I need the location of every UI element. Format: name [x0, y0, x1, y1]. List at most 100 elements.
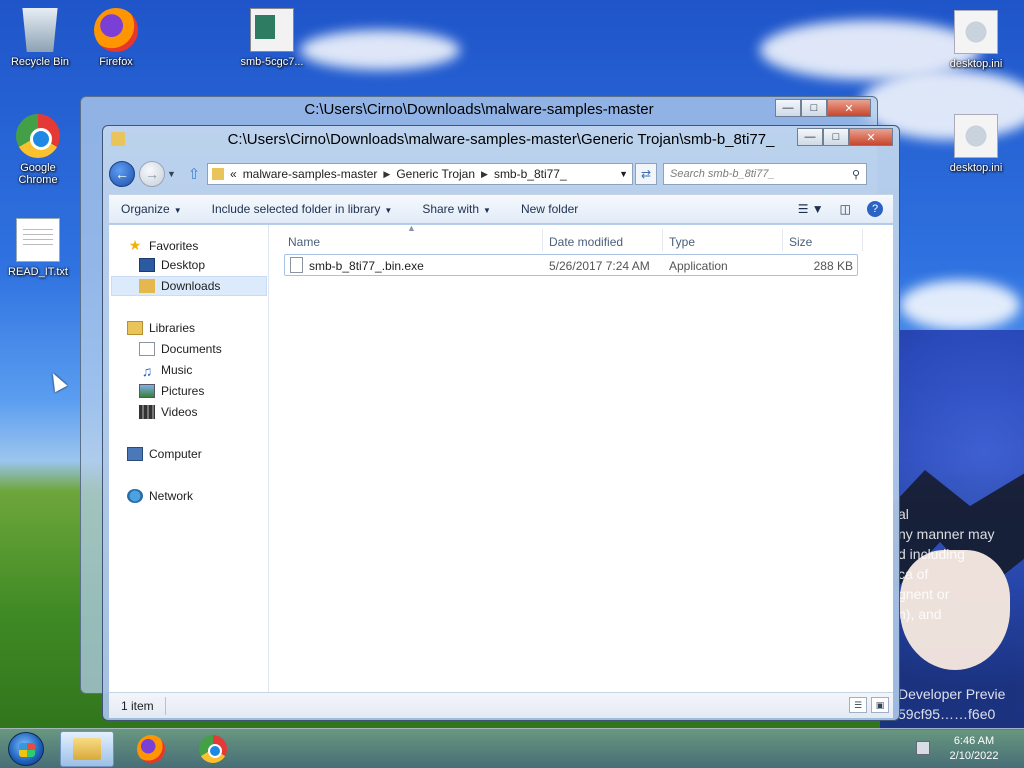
desktop-icon-read-it[interactable]: READ_IT.txt — [0, 218, 76, 278]
window-controls: — □ ✕ — [797, 128, 893, 146]
address-dropdown-icon[interactable]: ▼ — [619, 169, 628, 179]
cloud — [900, 280, 1020, 330]
nav-videos[interactable]: Videos — [139, 405, 197, 419]
search-input[interactable]: Search smb-b_8ti77_ ⚲ — [663, 163, 867, 185]
minimize-button[interactable]: — — [775, 99, 801, 117]
sort-up-icon: ▲ — [407, 223, 416, 233]
breadcrumb-overflow[interactable]: « — [230, 167, 237, 181]
window-title: C:\Users\Cirno\Downloads\malware-samples… — [304, 101, 654, 118]
share-with-button[interactable]: Share with ▼ — [422, 202, 491, 216]
taskbar-file-explorer[interactable] — [60, 731, 114, 767]
clock-time: 6:46 AM — [953, 735, 995, 747]
back-arrow-icon[interactable]: ← — [109, 161, 135, 187]
desktop-icon-label: Google Chrome — [18, 162, 58, 186]
column-type[interactable]: Type — [669, 235, 695, 249]
watermark-text: d including — [898, 546, 965, 562]
pictures-icon — [139, 384, 155, 398]
close-button[interactable]: ✕ — [827, 99, 871, 117]
file-name: smb-b_8ti77_.bin.exe — [309, 259, 424, 273]
system-clock[interactable]: 6:46 AM 2/10/2022 — [936, 734, 1012, 764]
recycle-bin-icon — [22, 8, 58, 52]
nav-label: Network — [149, 489, 194, 503]
breadcrumb-separator-icon[interactable]: ▶ — [481, 169, 488, 180]
forward-arrow-icon[interactable]: → — [139, 161, 165, 187]
nav-label: Music — [161, 363, 193, 377]
nav-computer[interactable]: Computer — [127, 447, 202, 461]
nav-favorites[interactable]: ★ Favorites — [127, 237, 199, 254]
nav-label: Desktop — [161, 258, 206, 272]
settings-file-icon — [954, 114, 998, 158]
network-icon — [127, 489, 143, 503]
view-buttons: ☰ ▣ — [845, 697, 889, 713]
desktop-icon-firefox[interactable]: Firefox — [78, 8, 154, 68]
maximize-button[interactable]: □ — [823, 128, 849, 146]
minimize-button[interactable]: — — [797, 128, 823, 146]
star-icon: ★ — [128, 237, 142, 253]
nav-desktop[interactable]: Desktop — [139, 258, 205, 272]
network-tray-icon[interactable] — [916, 741, 930, 755]
breadcrumb-item[interactable]: malware-samples-master — [243, 167, 378, 181]
desktop-icon-desktop-ini-2[interactable]: desktop.ini — [938, 114, 1014, 174]
column-divider[interactable] — [862, 229, 863, 251]
file-row[interactable]: smb-b_8ti77_.bin.exe 5/26/2017 7:24 AM A… — [284, 254, 858, 276]
maximize-button[interactable]: □ — [801, 99, 827, 117]
share-label: Share with — [422, 202, 480, 216]
nav-documents[interactable]: Documents — [139, 342, 222, 356]
nav-label: Computer — [149, 447, 202, 461]
nav-label: Documents — [161, 342, 222, 356]
breadcrumb-item[interactable]: smb-b_8ti77_ — [494, 167, 567, 181]
settings-file-icon — [954, 10, 998, 54]
include-in-library-button[interactable]: Include selected folder in library ▼ — [212, 202, 393, 216]
column-divider[interactable] — [662, 229, 663, 251]
desktop-icon-chrome[interactable]: Google Chrome — [0, 114, 76, 186]
taskbar-firefox[interactable] — [124, 731, 178, 767]
change-view-icon[interactable]: ☰ ▼ — [798, 202, 824, 216]
application-file-icon — [290, 257, 303, 273]
recent-pages-chevron-icon[interactable]: ▼ — [167, 169, 179, 179]
column-divider[interactable] — [542, 229, 543, 251]
search-icon[interactable]: ⚲ — [852, 168, 860, 181]
cloud — [300, 30, 460, 70]
breadcrumb-separator-icon[interactable]: ▶ — [383, 169, 390, 180]
nav-downloads[interactable]: Downloads — [139, 279, 220, 293]
nav-libraries[interactable]: Libraries — [127, 321, 195, 335]
music-icon: ♫ — [141, 363, 153, 379]
up-arrow-icon[interactable]: ⇧ — [183, 165, 205, 183]
nav-label: Libraries — [149, 321, 196, 335]
details-view-icon[interactable]: ☰ — [849, 697, 867, 713]
address-bar[interactable]: « malware-samples-master ▶ Generic Troja… — [207, 163, 633, 185]
explorer-window[interactable]: C:\Users\Cirno\Downloads\malware-samples… — [102, 125, 900, 721]
preview-pane-icon[interactable]: ◫ — [840, 202, 851, 216]
explorer-body: ★ Favorites Desktop Downloads Libraries … — [109, 223, 893, 692]
help-icon[interactable]: ? — [867, 201, 883, 217]
column-size[interactable]: Size — [789, 235, 812, 249]
column-date-modified[interactable]: Date modified — [549, 235, 623, 249]
nav-pictures[interactable]: Pictures — [139, 384, 204, 398]
nav-label: Videos — [161, 405, 198, 419]
desktop-icon-desktop-ini[interactable]: desktop.ini — [938, 10, 1014, 70]
column-divider[interactable] — [782, 229, 783, 251]
start-button[interactable] — [8, 732, 44, 766]
taskbar-chrome[interactable] — [186, 731, 240, 767]
column-name[interactable]: Name — [288, 235, 320, 249]
watermark-text: ny manner may — [898, 526, 995, 542]
file-list: ▲ Name Date modified Type Size smb-b_8ti… — [270, 223, 893, 692]
clock-date: 2/10/2022 — [949, 750, 999, 762]
close-button[interactable]: ✕ — [849, 128, 893, 146]
breadcrumb-item[interactable]: Generic Trojan — [396, 167, 475, 181]
large-icons-view-icon[interactable]: ▣ — [871, 697, 889, 713]
new-folder-button[interactable]: New folder — [521, 202, 578, 216]
downloads-folder-icon — [139, 279, 155, 293]
desktop-icon-smb-file[interactable]: smb-5cgc7... — [234, 8, 310, 68]
organize-button[interactable]: Organize ▼ — [121, 202, 182, 216]
nav-network[interactable]: Network — [127, 489, 193, 503]
firefox-icon — [137, 735, 165, 763]
organize-label: Organize — [121, 202, 170, 216]
desktop-icon-recycle-bin[interactable]: Recycle Bin — [2, 8, 78, 68]
navigation-bar: ← → ▼ ⇧ « malware-samples-master ▶ Gener… — [109, 159, 893, 189]
nav-label: Pictures — [161, 384, 205, 398]
refresh-icon[interactable]: ⇄ — [635, 163, 657, 185]
firefox-icon — [94, 8, 138, 52]
text-file-icon — [16, 218, 60, 262]
nav-music[interactable]: ♫ Music — [139, 363, 193, 379]
